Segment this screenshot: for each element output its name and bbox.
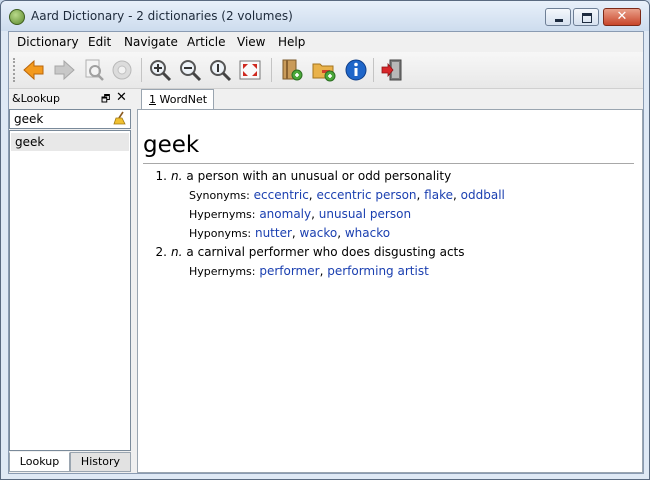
zoom-reset-icon[interactable] bbox=[207, 57, 233, 83]
clear-broom-icon[interactable] bbox=[113, 111, 127, 125]
word-link[interactable]: whacko bbox=[345, 226, 390, 240]
part-of-speech: n. bbox=[171, 169, 183, 183]
menu-help[interactable]: Help bbox=[278, 35, 305, 49]
menu-navigate[interactable]: Navigate bbox=[124, 35, 178, 49]
forward-arrow-icon[interactable] bbox=[51, 57, 77, 83]
word-link[interactable]: eccentric bbox=[254, 188, 309, 202]
relation-row: Hypernyms: anomaly, unusual person bbox=[189, 207, 412, 221]
add-folder-icon[interactable] bbox=[311, 57, 337, 83]
sense-number: 2. bbox=[155, 245, 167, 259]
info-icon[interactable] bbox=[343, 57, 369, 83]
word-link[interactable]: unusual person bbox=[319, 207, 411, 221]
word-link[interactable]: wacko bbox=[300, 226, 338, 240]
menu-view[interactable]: View bbox=[237, 35, 265, 49]
sense-definition: 2. n. a carnival performer who does disgus… bbox=[149, 245, 465, 259]
tab-wordnet[interactable]: 1 WordNet bbox=[141, 89, 214, 110]
exit-icon[interactable] bbox=[379, 57, 405, 83]
side-tabs: Lookup History bbox=[9, 452, 131, 472]
toolbar-separator bbox=[271, 58, 272, 82]
word-link[interactable]: flake bbox=[424, 188, 453, 202]
relation-label: Hypernyms: bbox=[189, 208, 256, 221]
close-icon: ✕ bbox=[616, 9, 628, 24]
word-link[interactable]: anomaly bbox=[259, 207, 311, 221]
minimize-button[interactable] bbox=[545, 8, 571, 26]
panel-close-icon[interactable]: ✕ bbox=[116, 90, 127, 105]
list-item[interactable]: geek bbox=[11, 133, 129, 151]
definition-text: a person with an unusual or odd personal… bbox=[186, 169, 452, 183]
tab-lookup[interactable]: Lookup bbox=[9, 452, 70, 472]
window-title: Aard Dictionary - 2 dictionaries (2 volu… bbox=[31, 9, 293, 23]
tab-number: 1 bbox=[149, 93, 156, 106]
lookup-results-list: geek bbox=[9, 130, 131, 451]
word-link[interactable]: nutter bbox=[255, 226, 292, 240]
toolbar-separator bbox=[141, 58, 142, 82]
word-link[interactable]: eccentric person bbox=[316, 188, 416, 202]
toolbar-separator bbox=[373, 58, 374, 82]
article-view: geek 1. n. a person with an unusual or odd… bbox=[137, 109, 643, 473]
close-button[interactable]: ✕ bbox=[603, 8, 641, 26]
zoom-out-icon[interactable] bbox=[177, 57, 203, 83]
headword: geek bbox=[143, 132, 200, 158]
menu-bar: Dictionary Edit Navigate Article View He… bbox=[9, 32, 643, 52]
fullscreen-icon[interactable] bbox=[237, 57, 263, 83]
sense-definition: 1. n. a person with an unusual or odd pers… bbox=[149, 169, 452, 183]
headword-divider bbox=[143, 163, 634, 164]
toolbar bbox=[9, 52, 643, 89]
maximize-button[interactable] bbox=[573, 8, 599, 26]
menu-edit[interactable]: Edit bbox=[88, 35, 111, 49]
relation-label: Hyponyms: bbox=[189, 227, 252, 240]
toolbar-grip[interactable] bbox=[13, 58, 18, 82]
add-dictionary-icon[interactable] bbox=[279, 57, 305, 83]
word-link[interactable]: oddball bbox=[461, 188, 505, 202]
part-of-speech: n. bbox=[171, 245, 183, 259]
lookup-panel-title: &Lookup bbox=[12, 92, 60, 105]
tab-history[interactable]: History bbox=[70, 452, 131, 472]
menu-article[interactable]: Article bbox=[187, 35, 226, 49]
menu-dictionary[interactable]: Dictionary bbox=[17, 35, 79, 49]
app-window: Aard Dictionary - 2 dictionaries (2 volu… bbox=[0, 0, 650, 480]
relation-row: Hypernyms: performer, performing artist bbox=[189, 264, 429, 278]
relation-row: Hyponyms: nutter, wacko, whacko bbox=[189, 226, 391, 240]
sense-number: 1. bbox=[155, 169, 167, 183]
zoom-in-icon[interactable] bbox=[147, 57, 173, 83]
app-icon bbox=[9, 9, 25, 25]
relation-row: Synonyms: eccentric, eccentric person, f… bbox=[189, 188, 505, 202]
undock-icon[interactable]: 🗗 bbox=[101, 92, 110, 109]
client-area: Dictionary Edit Navigate Article View He… bbox=[8, 31, 644, 474]
find-in-page-icon[interactable] bbox=[81, 57, 107, 83]
relation-label: Hypernyms: bbox=[189, 265, 256, 278]
lookup-panel: &Lookup 🗗 ✕ geek Lookup History bbox=[9, 89, 131, 473]
back-arrow-icon[interactable] bbox=[21, 57, 47, 83]
word-link[interactable]: performer bbox=[259, 264, 319, 278]
word-link[interactable]: performing artist bbox=[327, 264, 429, 278]
tab-label: WordNet bbox=[159, 93, 208, 106]
lookup-disabled-icon[interactable] bbox=[109, 57, 135, 83]
relation-label: Synonyms: bbox=[189, 189, 250, 202]
title-bar[interactable]: Aard Dictionary - 2 dictionaries (2 volu… bbox=[1, 1, 649, 31]
definition-text: a carnival performer who does disgusting… bbox=[186, 245, 465, 259]
